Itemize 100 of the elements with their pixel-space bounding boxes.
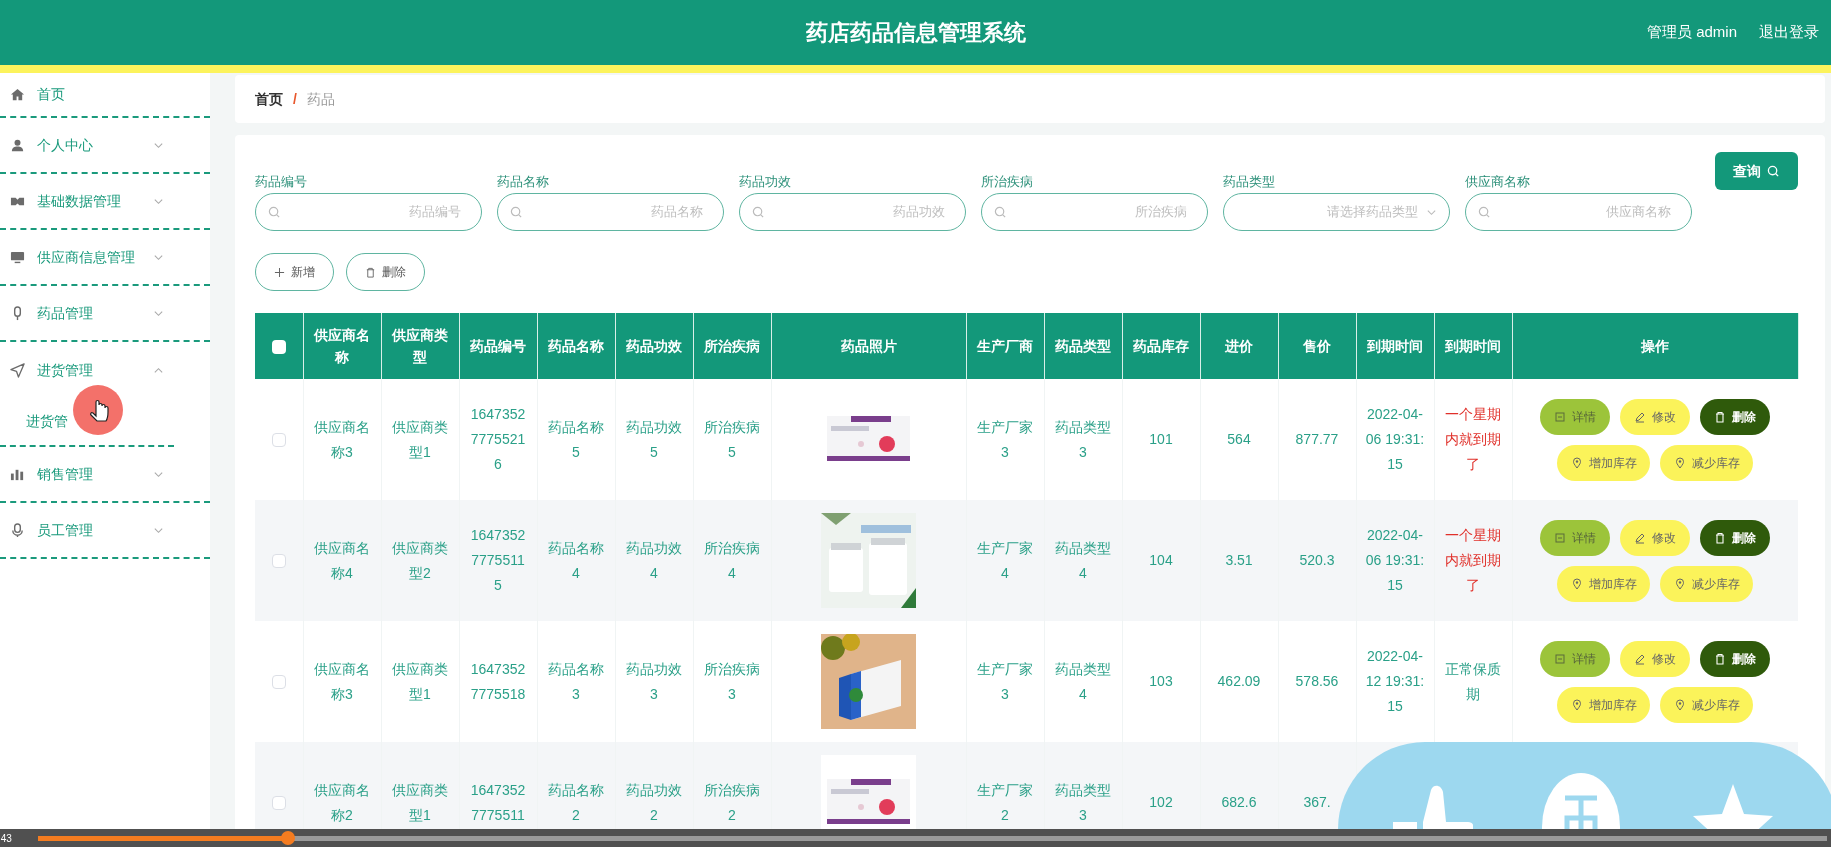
edit-button[interactable]: 修改 — [1620, 398, 1691, 435]
table-cell: 供应商类型1 — [392, 781, 448, 823]
sidebar-label: 员工管理 — [37, 520, 93, 540]
delete-button[interactable]: 删除 — [1700, 640, 1771, 677]
checkbox[interactable] — [271, 554, 286, 569]
sidebar-item[interactable]: 进货管理 — [0, 342, 210, 398]
location-pin-icon — [1570, 577, 1583, 590]
pencil-icon — [1634, 652, 1647, 665]
breadcrumb-item[interactable]: 首页 — [255, 88, 283, 110]
table-cell: 164735277755216 — [470, 406, 526, 472]
table-cell: 104 — [1149, 552, 1173, 568]
edit-button[interactable]: 修改 — [1620, 519, 1691, 556]
table-cell: 2022-04-06 19:31:15 — [1365, 527, 1425, 593]
sidebar-item[interactable]: 销售管理 — [0, 447, 210, 503]
add-button[interactable]: 新增 — [255, 253, 334, 291]
location-pin-icon — [1673, 456, 1686, 469]
sidebar-item[interactable]: 首页 — [0, 73, 210, 118]
reduce-stock-button[interactable]: 减少库存 — [1660, 565, 1754, 602]
location-pin-icon — [1673, 698, 1686, 711]
detail-button[interactable]: 详情 — [1540, 640, 1611, 677]
column-header: 操作 — [1641, 338, 1669, 354]
sidebar-label: 首页 — [37, 85, 65, 104]
table-cell: 药品功效2 — [626, 781, 682, 823]
table-cell: 供应商名称2 — [314, 781, 370, 823]
column-header: 到期时间 — [1445, 338, 1501, 354]
delete-button[interactable]: 删除 — [1700, 519, 1771, 556]
placeholder-text: 药品名称 — [651, 203, 703, 222]
table-cell: 药品功效4 — [626, 539, 682, 581]
sidebar-item[interactable]: 个人中心 — [0, 118, 210, 174]
progress-handle[interactable] — [281, 830, 296, 845]
placeholder-text: 所治疾病 — [1135, 203, 1187, 222]
delete-button[interactable]: 删除 — [346, 253, 425, 291]
query-button[interactable]: 查询 — [1715, 152, 1798, 190]
select-field[interactable]: 请选择药品类型 — [1223, 193, 1450, 231]
pencil-icon — [1634, 531, 1647, 544]
search-field[interactable]: 药品编号 — [255, 193, 482, 231]
column-header: 供应商类型 — [392, 327, 448, 365]
delete-button[interactable]: 删除 — [1700, 398, 1771, 435]
location-pin-icon — [1570, 698, 1583, 711]
table-cell: 16473527775511 — [470, 781, 526, 823]
sidebar-subitem[interactable]: 进货管 — [26, 411, 68, 432]
breadcrumb-separator: / — [293, 89, 297, 109]
detail-button[interactable]: 详情 — [1540, 519, 1611, 556]
placeholder-text: 供应商名称 — [1606, 203, 1671, 222]
table-cell: 所治疾病5 — [704, 418, 760, 460]
checkbox[interactable] — [271, 675, 286, 690]
column-header: 到期时间 — [1367, 338, 1423, 354]
sidebar-item[interactable]: 员工管理 — [0, 503, 210, 559]
reduce-stock-button[interactable]: 减少库存 — [1660, 444, 1754, 481]
table-cell: 生产厂家2 — [977, 781, 1033, 823]
table-cell: 3.51 — [1225, 552, 1253, 568]
document-icon — [1554, 410, 1567, 423]
sidebar-item[interactable]: 基础数据管理 — [0, 174, 210, 230]
search-field[interactable]: 供应商名称 — [1465, 193, 1692, 231]
checkbox[interactable] — [271, 433, 286, 448]
table-cell: 供应商名称4 — [314, 539, 370, 581]
sidebar-item[interactable]: 供应商信息管理 — [0, 230, 210, 286]
table-cell: 682.6 — [1221, 794, 1257, 810]
document-icon — [1554, 531, 1567, 544]
table-cell: 供应商名称3 — [314, 418, 370, 460]
search-field[interactable]: 所治疾病 — [981, 193, 1208, 231]
table-cell: 462.09 — [1217, 673, 1261, 689]
expiry-status: 正常保质期 — [1445, 660, 1501, 702]
checkbox[interactable] — [271, 796, 286, 811]
home-icon — [10, 87, 25, 102]
trash-icon — [1714, 652, 1727, 665]
filter-label: 供应商名称 — [1465, 173, 1531, 191]
table-cell: 所治疾病4 — [704, 539, 760, 581]
location-pin-icon — [1570, 456, 1583, 469]
search-icon — [268, 205, 281, 219]
table-cell: 药品名称3 — [548, 660, 604, 702]
filter-label: 药品名称 — [497, 173, 550, 191]
search-field[interactable]: 药品名称 — [497, 193, 724, 231]
plus-icon — [274, 266, 285, 278]
search-icon — [1478, 205, 1491, 219]
table-cell: 药品类型4 — [1055, 539, 1111, 581]
edit-button[interactable]: 修改 — [1620, 640, 1691, 677]
sidebar-item[interactable]: 药品管理 — [0, 286, 210, 342]
table-cell: 供应商类型1 — [392, 660, 448, 702]
table-cell: 药品功效5 — [626, 418, 682, 460]
search-field[interactable]: 药品功效 — [739, 193, 966, 231]
star-icon — [1693, 782, 1773, 829]
checkbox[interactable] — [271, 339, 286, 354]
table-cell: 药品类型3 — [1055, 781, 1111, 823]
reduce-stock-button[interactable]: 减少库存 — [1660, 686, 1754, 723]
table-cell: 生产厂家3 — [977, 418, 1033, 460]
add-stock-button[interactable]: 增加库存 — [1557, 686, 1651, 723]
table-cell: 所治疾病3 — [704, 660, 760, 702]
sidebar-label: 销售管理 — [37, 464, 93, 484]
column-header: 药品名称 — [548, 338, 604, 354]
column-header: 生产厂商 — [977, 338, 1033, 354]
add-stock-button[interactable]: 增加库存 — [1557, 444, 1651, 481]
monitor-icon — [10, 249, 25, 265]
column-header: 药品类型 — [1055, 338, 1111, 354]
detail-button[interactable]: 详情 — [1540, 398, 1611, 435]
user-icon — [10, 137, 25, 153]
column-header: 进价 — [1225, 338, 1253, 354]
add-stock-button[interactable]: 增加库存 — [1557, 565, 1651, 602]
logout-link[interactable]: 退出登录 — [1759, 21, 1819, 44]
table-cell: 578.56 — [1295, 673, 1339, 689]
